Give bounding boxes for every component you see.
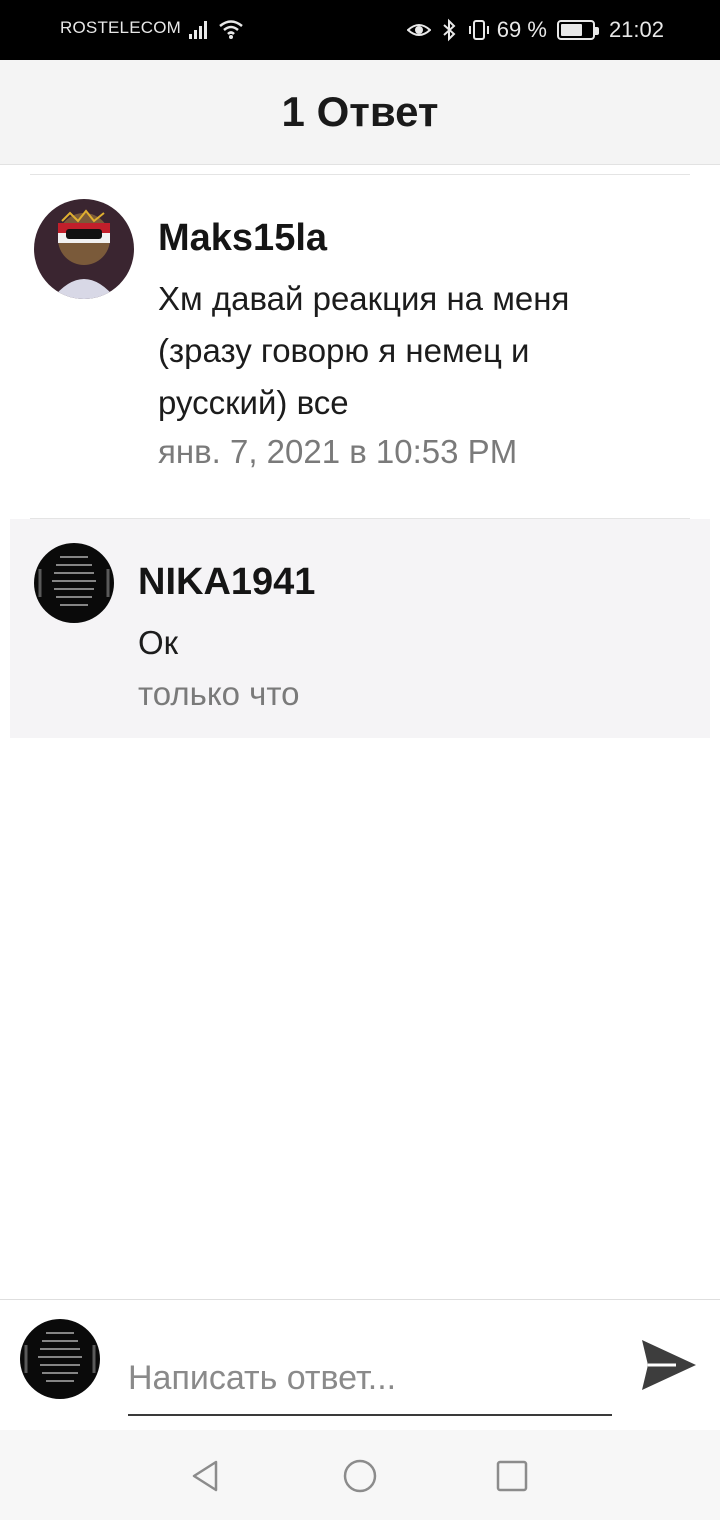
wifi-icon bbox=[219, 20, 243, 39]
comment-item: Maks15la Хм давай реакция на меня (зразу… bbox=[0, 175, 720, 518]
comment-author[interactable]: Maks15la bbox=[158, 217, 327, 260]
vibrate-icon bbox=[468, 20, 489, 40]
reply-text: Ок bbox=[138, 624, 179, 661]
reply-input[interactable] bbox=[128, 1342, 612, 1416]
recents-icon[interactable] bbox=[494, 1458, 530, 1494]
reply-item: NIKA1941 Ок только что bbox=[10, 519, 710, 738]
battery-level bbox=[560, 24, 582, 36]
comment-timestamp: янв. 7, 2021 в 10:53 PM bbox=[158, 433, 518, 470]
back-icon[interactable] bbox=[188, 1458, 224, 1494]
avatar-image bbox=[34, 543, 114, 623]
comment-text: Хм давай реакция на меня (зразу говорю я… bbox=[158, 280, 570, 421]
avatar-image bbox=[34, 199, 134, 299]
bluetooth-icon bbox=[443, 18, 456, 42]
signal-icon bbox=[189, 21, 207, 39]
home-icon[interactable] bbox=[342, 1458, 378, 1494]
battery-icon bbox=[556, 20, 599, 40]
eye-icon bbox=[406, 24, 431, 36]
reply-composer bbox=[0, 1299, 720, 1430]
send-icon[interactable] bbox=[640, 1336, 698, 1394]
clock: 21:02 bbox=[608, 17, 664, 42]
status-bar: ROSTELECOM 69 % 21:02 bbox=[0, 0, 720, 60]
carrier-name: ROSTELECOM bbox=[60, 18, 182, 37]
page-header: 1 Ответ bbox=[0, 60, 720, 165]
avatar[interactable] bbox=[34, 199, 134, 299]
battery-percent: 69 % bbox=[496, 17, 547, 42]
reply-author[interactable]: NIKA1941 bbox=[138, 561, 315, 604]
system-nav-bar bbox=[0, 1430, 720, 1520]
page-title: 1 Ответ bbox=[281, 88, 439, 135]
avatar[interactable] bbox=[34, 543, 114, 623]
reply-timestamp: только что bbox=[138, 675, 300, 712]
status-icons: 69 % 21:02 bbox=[406, 14, 664, 46]
avatar-image bbox=[20, 1319, 100, 1399]
current-user-avatar[interactable] bbox=[20, 1319, 100, 1399]
